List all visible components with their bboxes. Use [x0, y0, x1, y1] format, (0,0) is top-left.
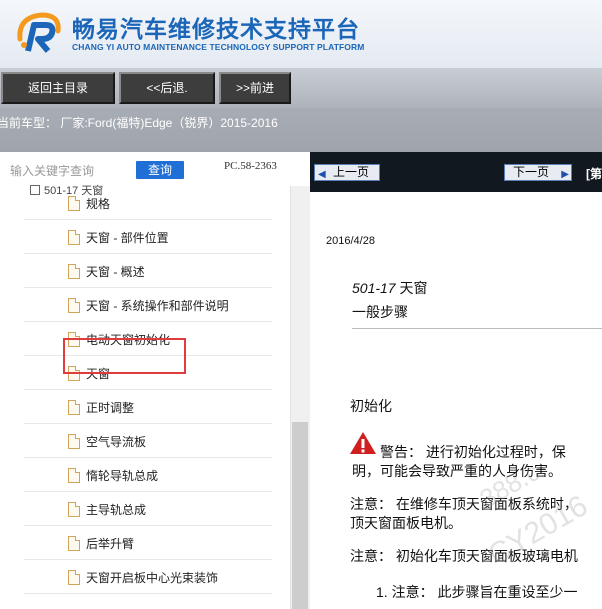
sidebar: 查询 PC.58-2363 501-17 天窗 规格 天窗 - 部件位置 天窗 … [0, 152, 310, 609]
tree-item-timing-adjustment[interactable]: 正时调整 [24, 390, 272, 424]
document-icon [68, 570, 80, 585]
tree-item-air-deflector[interactable]: 空气导流板 [24, 424, 272, 458]
document-icon [68, 230, 80, 245]
tree-item-label: 天窗 [86, 367, 111, 381]
document-icon [68, 298, 80, 313]
document-date: 2016/4/28 [326, 235, 375, 247]
back-button[interactable]: <<后退. [119, 72, 215, 104]
document-icon [68, 502, 80, 517]
current-vehicle-text: 当前车型： 厂家:Ford(福特)Edge（锐界）2015-2016 [0, 116, 278, 130]
document-icon [68, 468, 80, 483]
section-code: 501-17 [352, 280, 396, 296]
document-icon [68, 366, 80, 381]
tree-item-idler-rail[interactable]: 惰轮导轨总成 [24, 458, 272, 492]
site-header: 畅易汽车维修技术支持平台 CHANG YI AUTO MAINTENANCE T… [0, 0, 602, 68]
search-button[interactable]: 查询 [136, 161, 184, 179]
arrow-left-icon: ◀ [318, 169, 326, 180]
tree-item-label: 天窗开启板中心光束装饰 [86, 571, 219, 585]
logo-icon [17, 12, 61, 53]
tree-item-label: 空气导流板 [86, 435, 147, 449]
warning-text-line2: 明，可能会导致严重的人身伤害。 [352, 463, 562, 479]
prev-page-label: 上一页 [333, 165, 370, 179]
section-name: 天窗 [395, 280, 428, 296]
section-title: 501-17 天窗 [352, 278, 427, 298]
tree-item-label: 电动天窗初始化 [86, 333, 171, 347]
app-window: 畅易汽车维修技术支持平台 CHANG YI AUTO MAINTENANCE T… [0, 0, 602, 609]
note2: 注意： 初始化车顶天窗面板玻璃电机 [350, 548, 578, 564]
subsection-title: 一般步骤 [352, 304, 408, 320]
tree-item-label: 正时调整 [86, 401, 135, 415]
tree-item-label: 后举升臂 [86, 537, 135, 551]
tree-item-label: 天窗 - 概述 [86, 265, 145, 279]
main-toolbar: 返回主目录 <<后退. >>前进 [0, 68, 602, 108]
tree-item-sunroof[interactable]: 天窗 [24, 356, 272, 390]
tree-item-system-operation[interactable]: 天窗 - 系统操作和部件说明 [24, 288, 272, 322]
tree-item-overview[interactable]: 天窗 - 概述 [24, 254, 272, 288]
tree-item-sunroof-initialization[interactable]: 电动天窗初始化 [24, 322, 272, 356]
warning-text-line1: 警告： 进行初始化过程时，保 [380, 444, 566, 460]
procedure-heading: 初始化 [350, 398, 392, 414]
site-subtitle: CHANG YI AUTO MAINTENANCE TECHNOLOGY SUP… [72, 42, 365, 52]
step-1: 1. 注意： 此步骤旨在重设至少一 [376, 584, 578, 600]
warning-icon [350, 432, 376, 454]
document-nav-bar: ◀ 上一页 下一页 ▶ [第 [310, 152, 602, 192]
tree-item-label: 规格 [86, 197, 111, 211]
page-indicator: [第 [586, 167, 602, 181]
note1-line2: 顶天窗面板电机。 [350, 515, 462, 531]
document-icon [68, 536, 80, 551]
search-input[interactable] [10, 161, 130, 181]
document-icon [68, 400, 80, 415]
note1-line1: 注意： 在维修车顶天窗面板系统时， [350, 496, 578, 512]
site-title: 畅易汽车维修技术支持平台 [72, 17, 360, 43]
search-bar: 查询 PC.58-2363 [0, 152, 310, 186]
document-pane: ◀ 上一页 下一页 ▶ [第 2016/4/28 501-17 天窗 一般步骤 … [310, 152, 602, 609]
document-icon [68, 332, 80, 347]
forward-button[interactable]: >>前进 [219, 72, 291, 104]
tree-item-spec[interactable]: 规格 [24, 186, 272, 220]
prev-page-button[interactable]: ◀ 上一页 [314, 164, 380, 181]
tree-item-label: 天窗 - 系统操作和部件说明 [86, 299, 229, 313]
next-page-button[interactable]: 下一页 ▶ [504, 164, 572, 181]
document-icon [68, 434, 80, 449]
tree-item-label: 主导轨总成 [86, 503, 147, 517]
arrow-right-icon: ▶ [561, 169, 569, 180]
home-button[interactable]: 返回主目录 [1, 72, 115, 104]
document-icon [68, 264, 80, 279]
tree-item-center-beam-trim[interactable]: 天窗开启板中心光束装饰 [24, 560, 272, 594]
tree-item-component-location[interactable]: 天窗 - 部件位置 [24, 220, 272, 254]
tree-item-label: 惰轮导轨总成 [86, 469, 159, 483]
tree-item-rear-lift-arm[interactable]: 后举升臂 [24, 526, 272, 560]
document-icon [68, 196, 80, 211]
tree-item-label: 天窗 - 部件位置 [86, 231, 169, 245]
next-page-label: 下一页 [513, 165, 550, 179]
vehicle-info-bar: 当前车型： 厂家:Ford(福特)Edge（锐界）2015-2016 [0, 108, 602, 152]
pc-code: PC.58-2363 [224, 160, 277, 172]
sidebar-scrollbar-thumb[interactable] [292, 422, 308, 609]
section-divider [352, 328, 602, 329]
tree-item-main-rail[interactable]: 主导轨总成 [24, 492, 272, 526]
